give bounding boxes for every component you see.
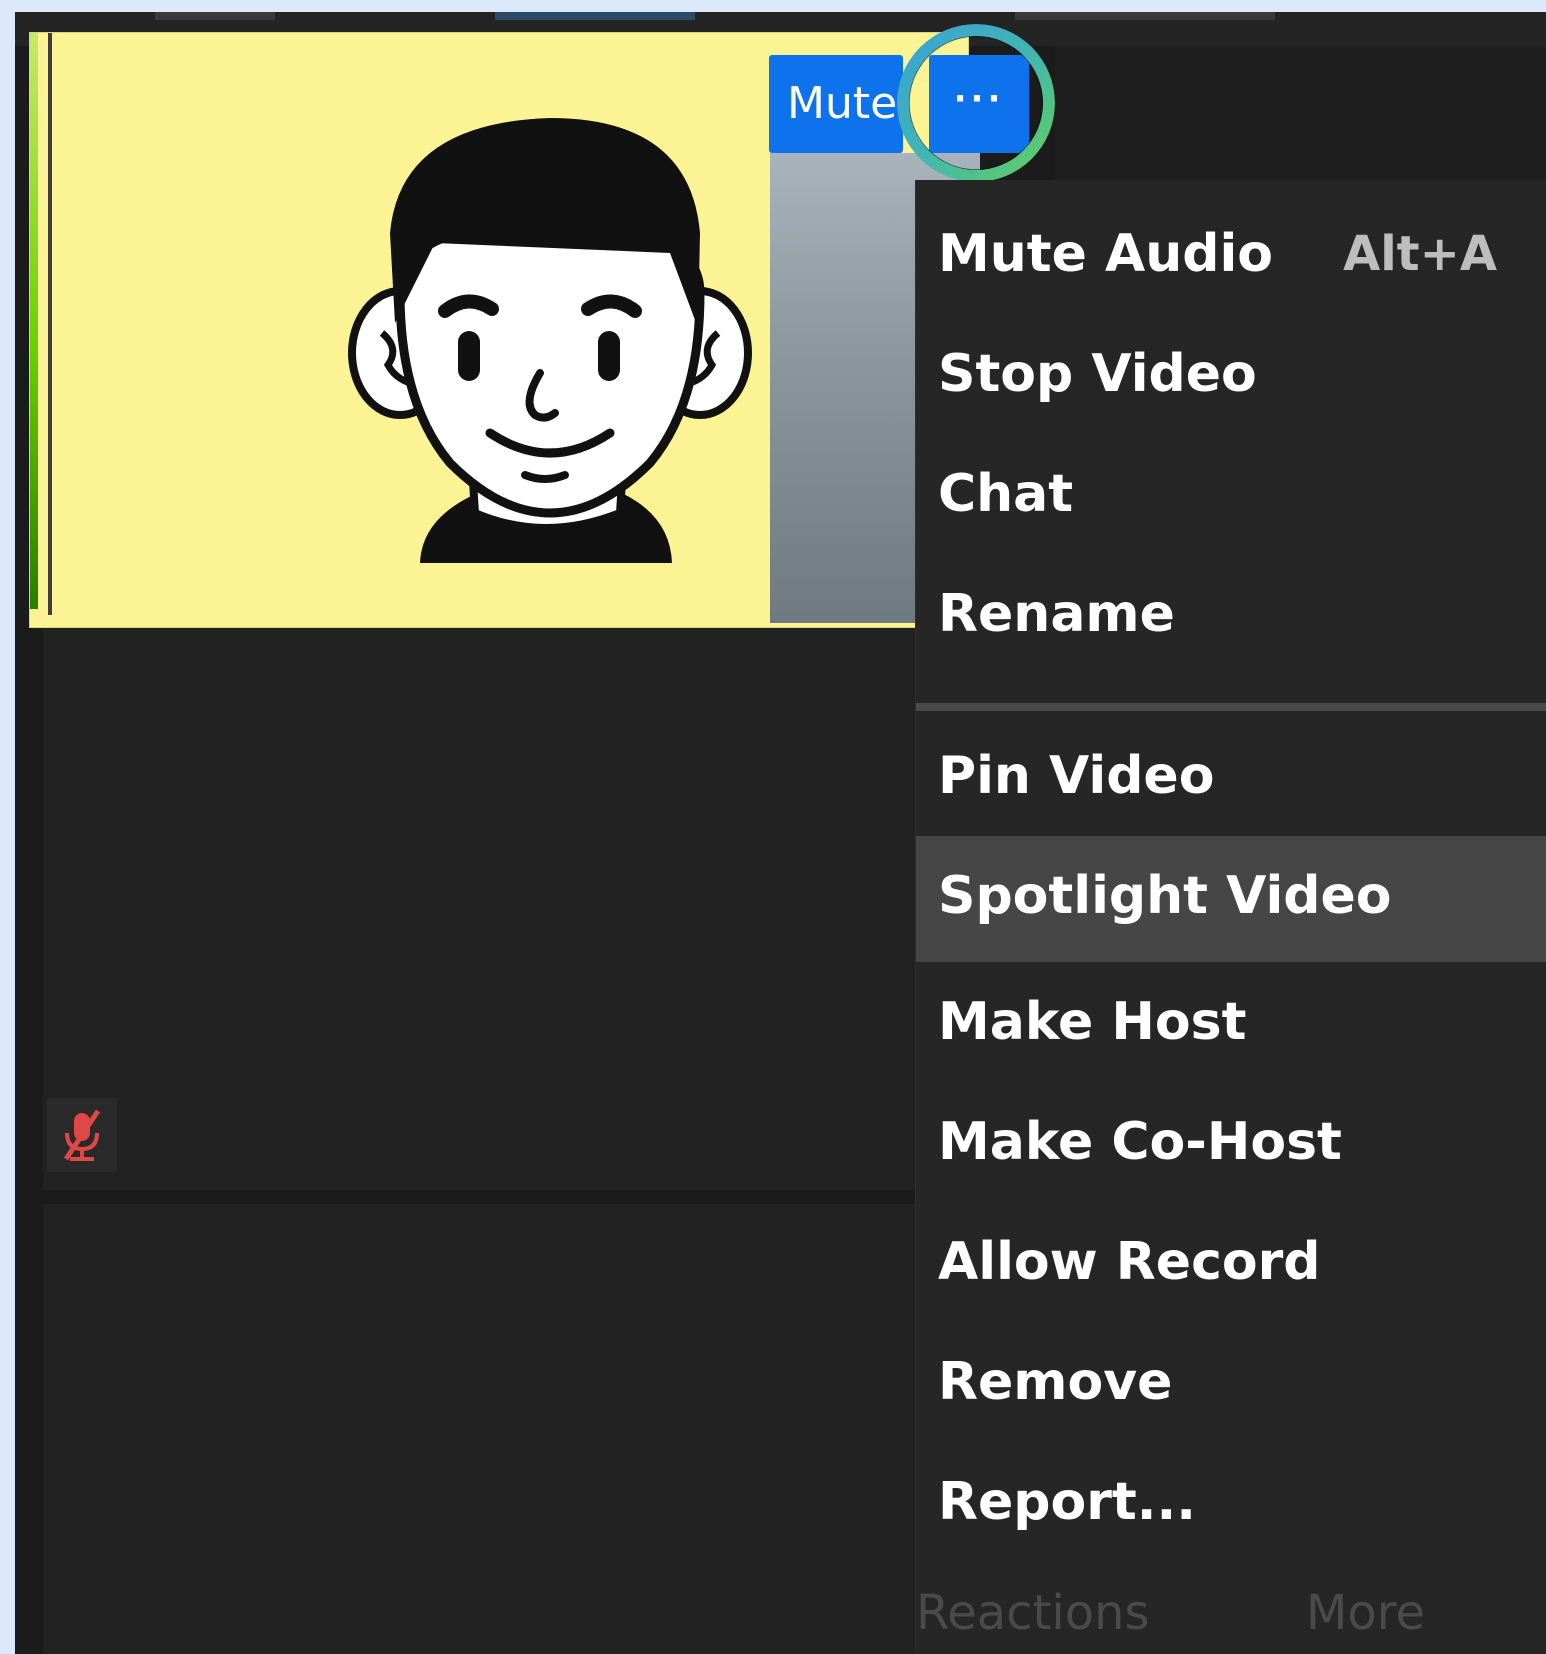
top-strip-thumb xyxy=(495,12,695,20)
menu-item-label: Allow Record xyxy=(938,1232,1321,1292)
menu-item-label: Make Co-Host xyxy=(938,1112,1342,1172)
participant-tile-empty[interactable] xyxy=(43,624,943,1190)
participant-context-menu: Reactions More Mute Audio Alt+A Stop Vid… xyxy=(915,180,1546,1654)
menu-item-spotlight-video[interactable]: Spotlight Video xyxy=(916,836,1546,962)
highlight-ring xyxy=(897,24,1055,182)
menu-item-label: Chat xyxy=(938,464,1074,524)
participant-mic-status xyxy=(47,1098,117,1172)
menu-item-allow-record[interactable]: Allow Record xyxy=(916,1202,1546,1322)
menu-item-label: Report... xyxy=(938,1472,1197,1532)
menu-item-chat[interactable]: Chat xyxy=(916,434,1546,554)
menu-item-make-host[interactable]: Make Host xyxy=(916,962,1546,1082)
menu-item-shortcut: Alt+A xyxy=(1343,226,1497,282)
active-speaker-border xyxy=(30,33,38,609)
menu-item-label: Rename xyxy=(938,584,1175,644)
menu-item-label: Mute Audio xyxy=(938,224,1274,284)
menu-item-pin-video[interactable]: Pin Video xyxy=(916,716,1546,836)
tile-separator xyxy=(48,33,52,615)
participant-tile-empty[interactable] xyxy=(43,1204,943,1654)
top-strip-thumb xyxy=(1015,12,1275,20)
menu-item-label: Pin Video xyxy=(938,746,1215,806)
reactions-label-behind: Reactions xyxy=(916,1585,1150,1641)
top-strip-thumb xyxy=(155,12,275,20)
mute-participant-button[interactable]: Mute xyxy=(769,55,903,153)
participant-avatar xyxy=(348,118,752,563)
menu-item-mute-audio[interactable]: Mute Audio Alt+A xyxy=(916,194,1546,314)
menu-divider xyxy=(916,703,1546,711)
more-label-behind: More xyxy=(1306,1585,1425,1641)
menu-item-make-co-host[interactable]: Make Co-Host xyxy=(916,1082,1546,1202)
menu-item-label: Make Host xyxy=(938,992,1247,1052)
menu-item-label: Remove xyxy=(938,1352,1173,1412)
menu-item-rename[interactable]: Rename xyxy=(916,554,1546,674)
muted-microphone-icon xyxy=(63,1109,101,1161)
menu-item-stop-video[interactable]: Stop Video xyxy=(916,314,1546,434)
menu-item-remove[interactable]: Remove xyxy=(916,1322,1546,1442)
menu-item-report[interactable]: Report... xyxy=(916,1442,1546,1562)
menu-item-label: Stop Video xyxy=(938,344,1257,404)
menu-item-label: Spotlight Video xyxy=(938,866,1392,926)
